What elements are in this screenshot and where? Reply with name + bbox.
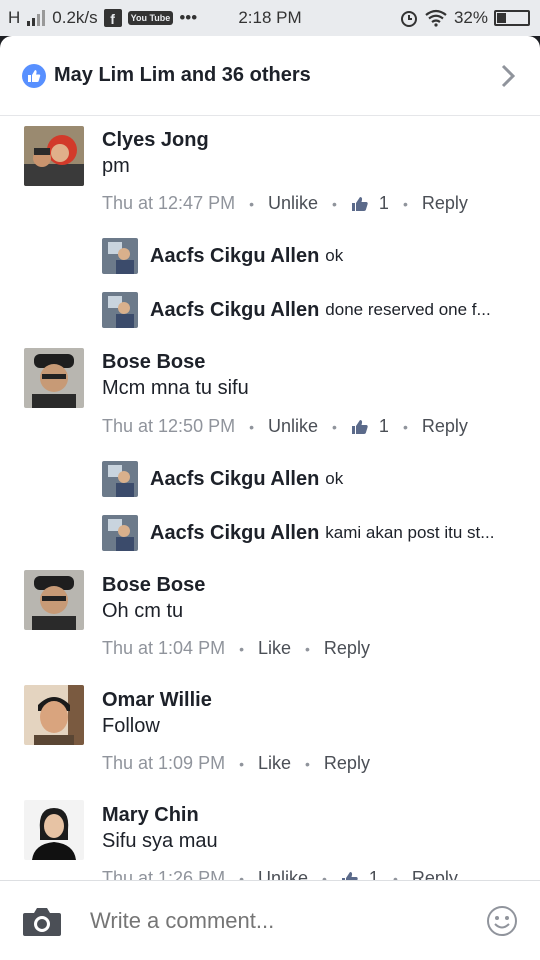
like-button[interactable]: Like [258, 753, 291, 774]
status-bar: H 0.2k/s f You Tube ••• 2:18 PM 32% [0, 0, 540, 36]
reply-button[interactable]: Reply [324, 638, 370, 659]
likes-header[interactable]: May Lim Lim and 36 others [0, 36, 540, 116]
avatar[interactable] [102, 515, 138, 551]
comment-timestamp: Thu at 12:50 PM [102, 416, 236, 436]
avatar[interactable] [102, 238, 138, 274]
comment-author[interactable]: Bose Bose [102, 574, 205, 597]
comment-composer [0, 880, 540, 960]
comment-author[interactable]: Omar Willie [102, 689, 212, 712]
comment-list[interactable]: Clyes Jong pm Thu at 12:47 PM • Unlike •… [0, 117, 540, 880]
comment-text: Sifu sya mau [102, 830, 218, 852]
comment-input[interactable] [90, 907, 476, 934]
avatar[interactable] [24, 800, 84, 860]
reply-button[interactable]: Reply [422, 416, 468, 437]
reply-text: kami akan post itu st... [325, 523, 495, 542]
avatar[interactable] [24, 570, 84, 630]
comment-meta: Thu at 1:09 PM • Like • Reply [102, 753, 370, 774]
reply-item[interactable]: Aacfs Cikgu Allen done reserved one f... [102, 292, 520, 328]
reply-text: ok [325, 469, 344, 488]
reactions-comments-panel: May Lim Lim and 36 others Clyes Jong pm [0, 36, 540, 960]
avatar[interactable] [24, 685, 84, 745]
avatar[interactable] [24, 126, 84, 186]
avatar[interactable] [24, 348, 84, 408]
like-count[interactable]: 1 [341, 868, 379, 880]
avatar[interactable] [102, 292, 138, 328]
like-reaction-icon [22, 63, 46, 88]
thumbs-up-icon [351, 196, 368, 211]
comment-meta: Thu at 1:04 PM • Like • Reply [102, 638, 370, 659]
comment-timestamp: Thu at 12:47 PM [102, 193, 236, 213]
comment-text: Oh cm tu [102, 600, 184, 622]
unlike-button[interactable]: Unlike [268, 193, 318, 214]
reply-button[interactable]: Reply [412, 868, 458, 880]
comment-timestamp: Thu at 1:09 PM [102, 753, 226, 773]
unlike-button[interactable]: Unlike [258, 868, 308, 880]
emoji-icon[interactable] [486, 905, 518, 937]
like-count[interactable]: 1 [351, 193, 389, 214]
reply-text: done reserved one f... [325, 300, 491, 319]
comment-text: Mcm mna tu sifu [102, 377, 249, 399]
like-count[interactable]: 1 [351, 416, 389, 437]
camera-icon[interactable] [22, 905, 62, 937]
comment-meta: Thu at 12:47 PM • Unlike • 1 • Reply [102, 193, 468, 214]
comment-text: Follow [102, 715, 160, 737]
comment-author[interactable]: Bose Bose [102, 351, 205, 374]
reply-item[interactable]: Aacfs Cikgu Allen ok [102, 461, 520, 497]
reply-author[interactable]: Aacfs Cikgu Allen [150, 245, 319, 268]
alarm-icon [400, 11, 417, 27]
reply-item[interactable]: Aacfs Cikgu Allen ok [102, 238, 520, 274]
chevron-right-icon[interactable] [498, 62, 518, 90]
battery-icon [494, 10, 530, 26]
reply-button[interactable]: Reply [324, 753, 370, 774]
comment-timestamp: Thu at 1:04 PM [102, 638, 226, 658]
reply-author[interactable]: Aacfs Cikgu Allen [150, 468, 319, 491]
reply-item[interactable]: Aacfs Cikgu Allen kami akan post itu st.… [102, 515, 520, 551]
thumbs-up-icon [341, 871, 358, 880]
comment-author[interactable]: Clyes Jong [102, 129, 209, 152]
reply-author[interactable]: Aacfs Cikgu Allen [150, 299, 319, 322]
battery-percent: 32% [453, 8, 488, 27]
reply-text: ok [325, 246, 344, 265]
avatar[interactable] [102, 461, 138, 497]
comment-meta: Thu at 1:26 PM • Unlike • 1 • Reply [102, 868, 458, 880]
likes-summary: May Lim Lim and 36 others [54, 64, 311, 86]
thumbs-up-icon [351, 419, 368, 434]
reply-button[interactable]: Reply [422, 193, 468, 214]
comment-author[interactable]: Mary Chin [102, 804, 199, 827]
wifi-icon [425, 9, 447, 27]
comment-timestamp: Thu at 1:26 PM [102, 868, 226, 880]
comment-meta: Thu at 12:50 PM • Unlike • 1 • Reply [102, 416, 468, 437]
unlike-button[interactable]: Unlike [268, 416, 318, 437]
comment-text: pm [102, 155, 130, 177]
reply-author[interactable]: Aacfs Cikgu Allen [150, 522, 319, 545]
like-button[interactable]: Like [258, 638, 291, 659]
